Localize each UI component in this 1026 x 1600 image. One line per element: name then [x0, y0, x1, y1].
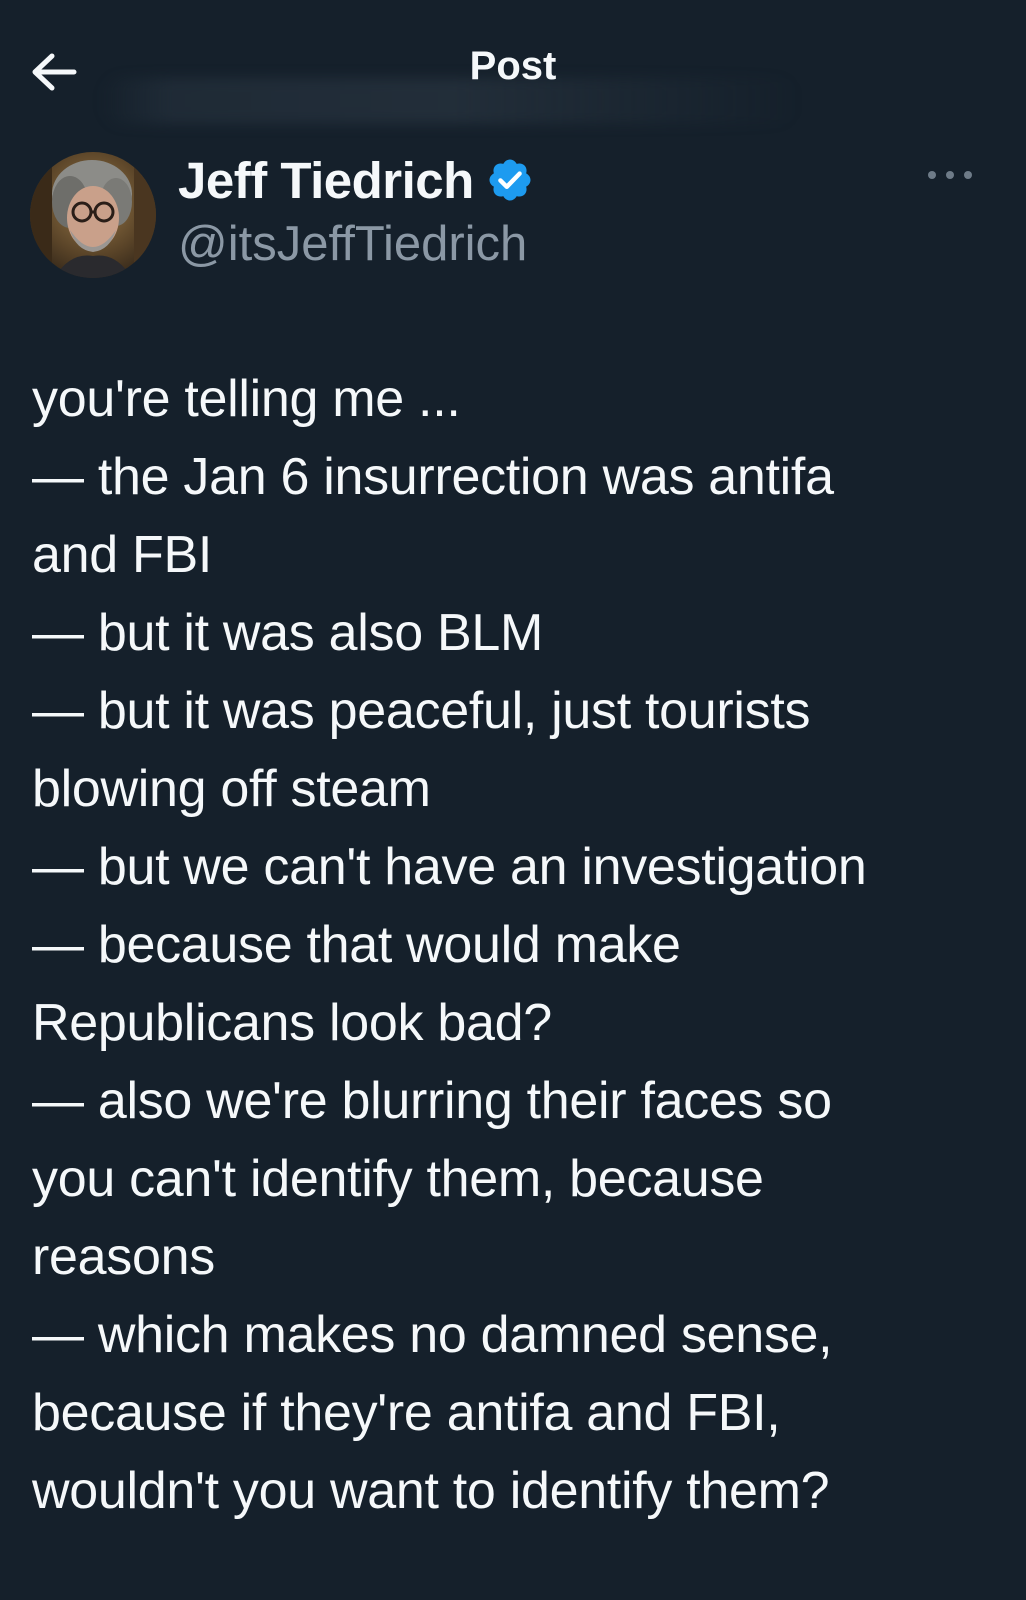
post-text-line: because if they're antifa and FBI,	[32, 1384, 781, 1442]
display-name[interactable]: Jeff Tiedrich	[178, 151, 474, 210]
post-text-line: wouldn't you want to identify them?	[32, 1462, 830, 1520]
page-title: Post	[469, 44, 557, 88]
post-text-line: — the Jan 6 insurrection was antifa	[32, 448, 834, 506]
post-text-line: you can't identify them, because	[32, 1150, 764, 1208]
post-text-line: — but we can't have an investigation	[32, 838, 867, 896]
post-text-line: blowing off steam	[32, 760, 431, 818]
post-text-line: — which makes no damned sense,	[32, 1306, 833, 1364]
post-body: you're telling me ... — the Jan 6 insurr…	[32, 360, 992, 1530]
post-text-line: you're telling me ...	[32, 370, 461, 428]
post-text-line: — because that would make	[32, 916, 681, 974]
more-options-button[interactable]	[928, 164, 972, 186]
post-text-line: and FBI	[32, 526, 213, 584]
post-text-line: — also we're blurring their faces so	[32, 1072, 832, 1130]
avatar[interactable]	[30, 152, 156, 278]
post-text-line: Republicans look bad?	[32, 994, 552, 1052]
display-name-row: Jeff Tiedrich	[178, 151, 534, 210]
more-dot-icon	[946, 171, 954, 179]
more-dot-icon	[964, 171, 972, 179]
post-text-line: — but it was also BLM	[32, 604, 544, 662]
post-text-line: reasons	[32, 1228, 215, 1286]
user-handle[interactable]: @itsJeffTiedrich	[178, 216, 527, 272]
more-dot-icon	[928, 171, 936, 179]
verified-badge-icon	[486, 156, 534, 204]
avatar-photo	[30, 152, 156, 278]
post-author-header: Jeff Tiedrich @itsJeffTiedrich	[30, 152, 996, 282]
post-text-line: — but it was peaceful, just tourists	[32, 682, 811, 740]
top-navigation-bar: Post	[0, 0, 1026, 140]
